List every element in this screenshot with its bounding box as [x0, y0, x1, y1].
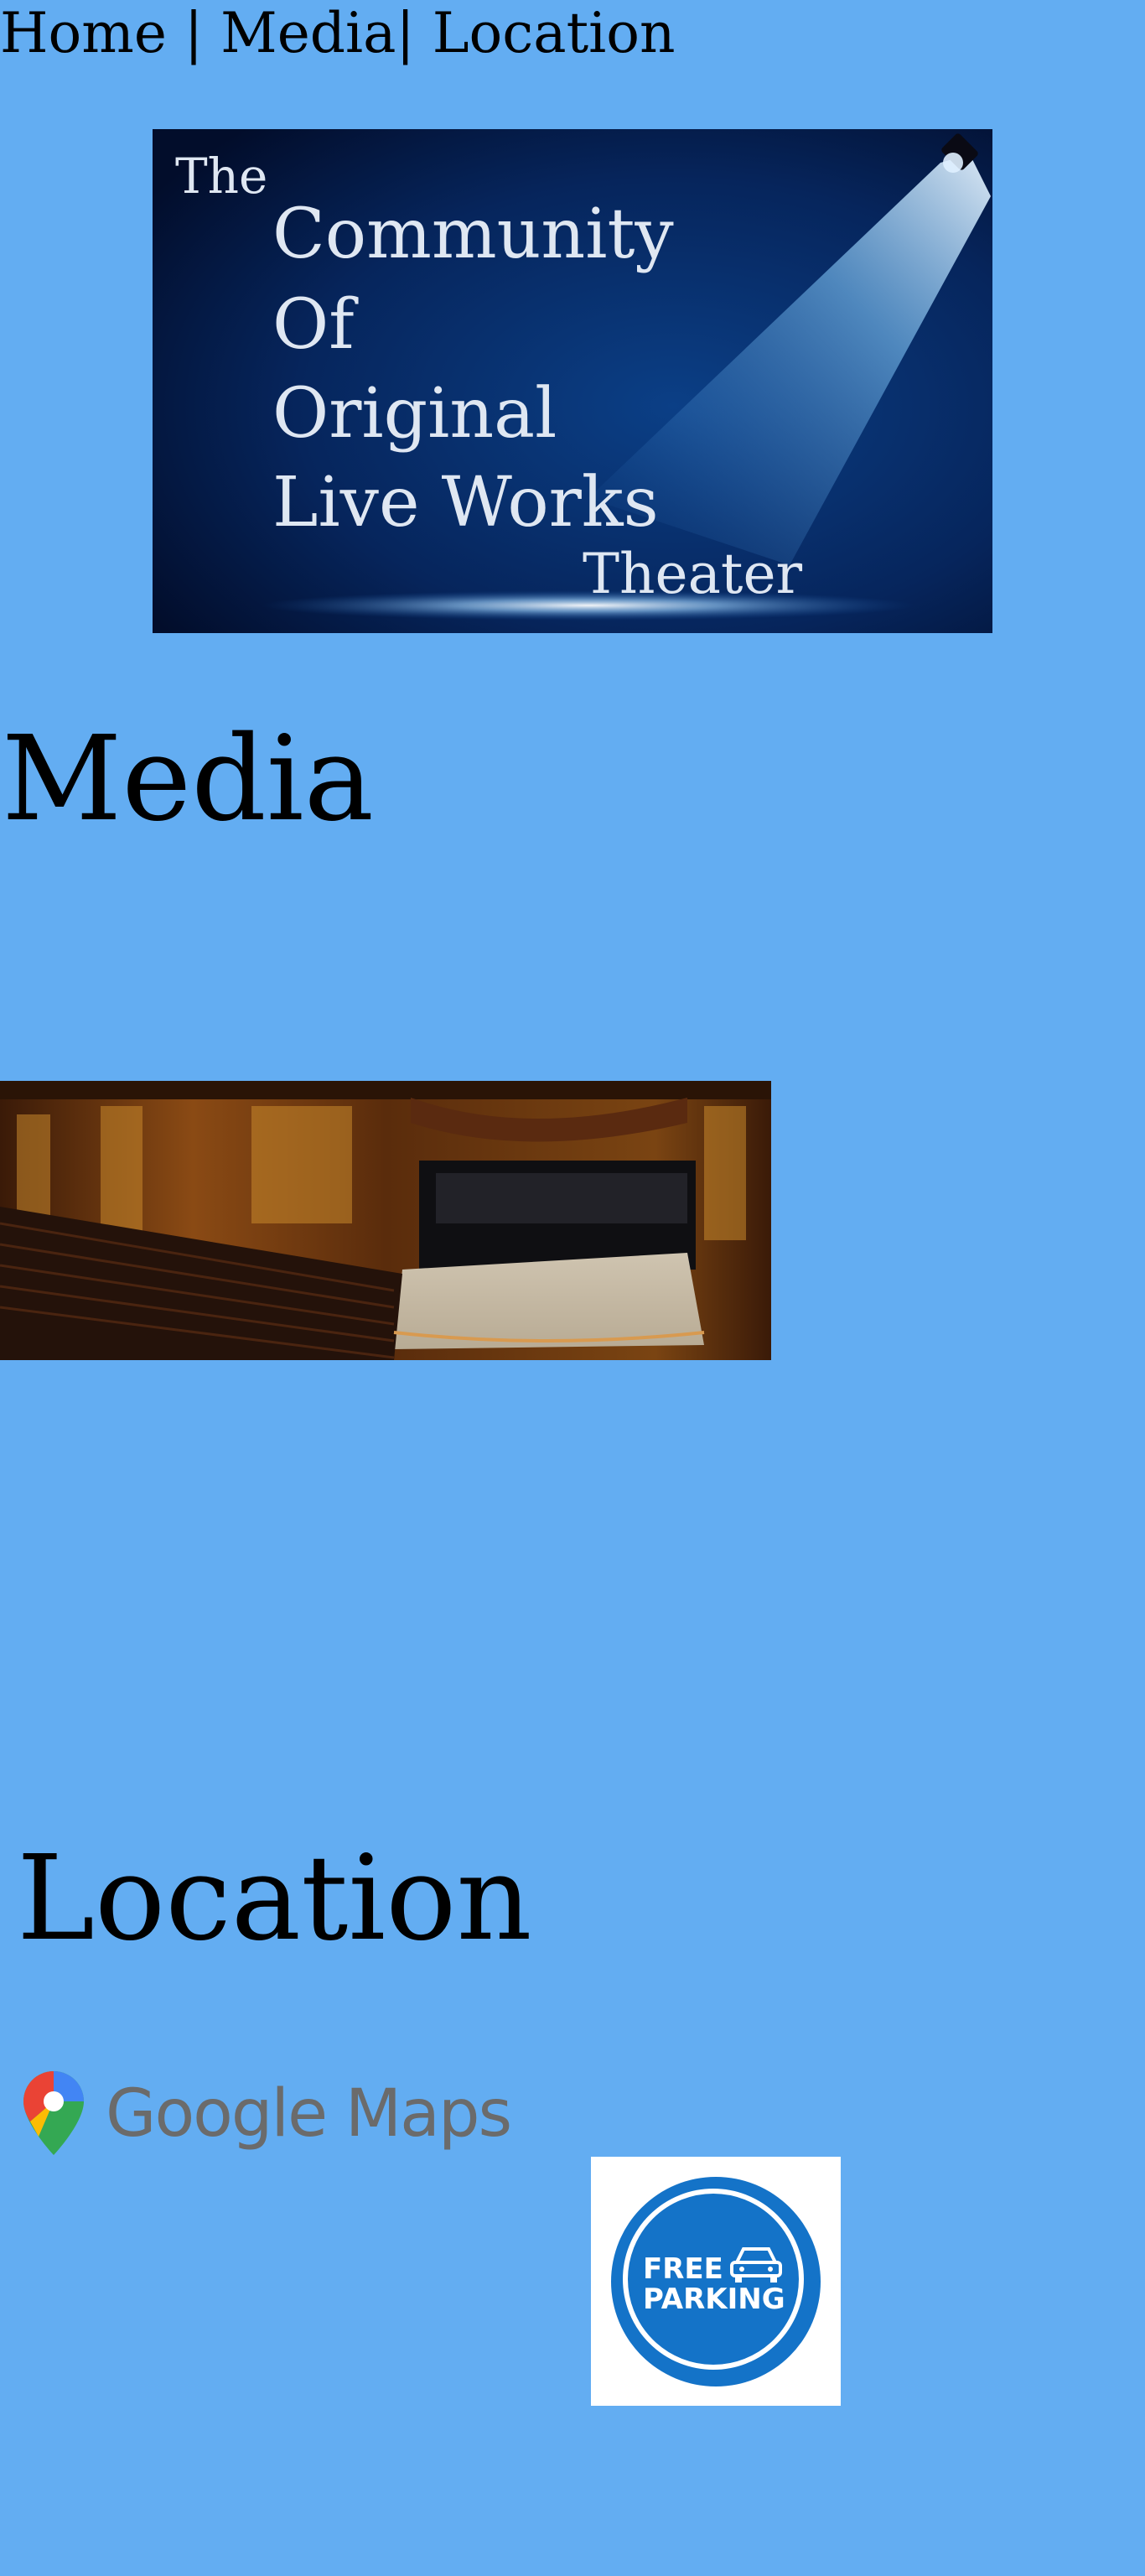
nav-media-link[interactable]: Media: [220, 1, 396, 65]
google-maps-label: Google Maps: [106, 2076, 512, 2152]
parking-badge: FREE PARKING: [611, 2177, 821, 2386]
banner-the: The: [175, 148, 268, 205]
banner-line-community: Community: [272, 195, 674, 274]
banner-line-live-works: Live Works: [272, 463, 659, 543]
location-heading: Location: [17, 1831, 532, 1967]
top-nav: Home | Media| Location: [0, 0, 675, 67]
car-icon: [730, 2247, 782, 2283]
media-heading: Media: [2, 711, 375, 848]
free-parking-sign: FREE PARKING: [591, 2157, 841, 2406]
banner-line-of: Of: [272, 285, 355, 365]
banner-line-original: Original: [272, 374, 557, 454]
nav-separator: |: [166, 1, 221, 65]
nav-separator: |: [396, 1, 433, 65]
nav-home-link[interactable]: Home: [0, 1, 167, 65]
theater-banner: The Community Of Original Live Works The…: [153, 129, 992, 633]
map-pin-icon: [23, 2071, 84, 2155]
nav-location-link[interactable]: Location: [433, 1, 676, 65]
google-maps-link[interactable]: Google Maps: [22, 2070, 512, 2157]
theater-interior-photo: [0, 1081, 771, 1360]
banner-theater: Theater: [583, 542, 803, 606]
